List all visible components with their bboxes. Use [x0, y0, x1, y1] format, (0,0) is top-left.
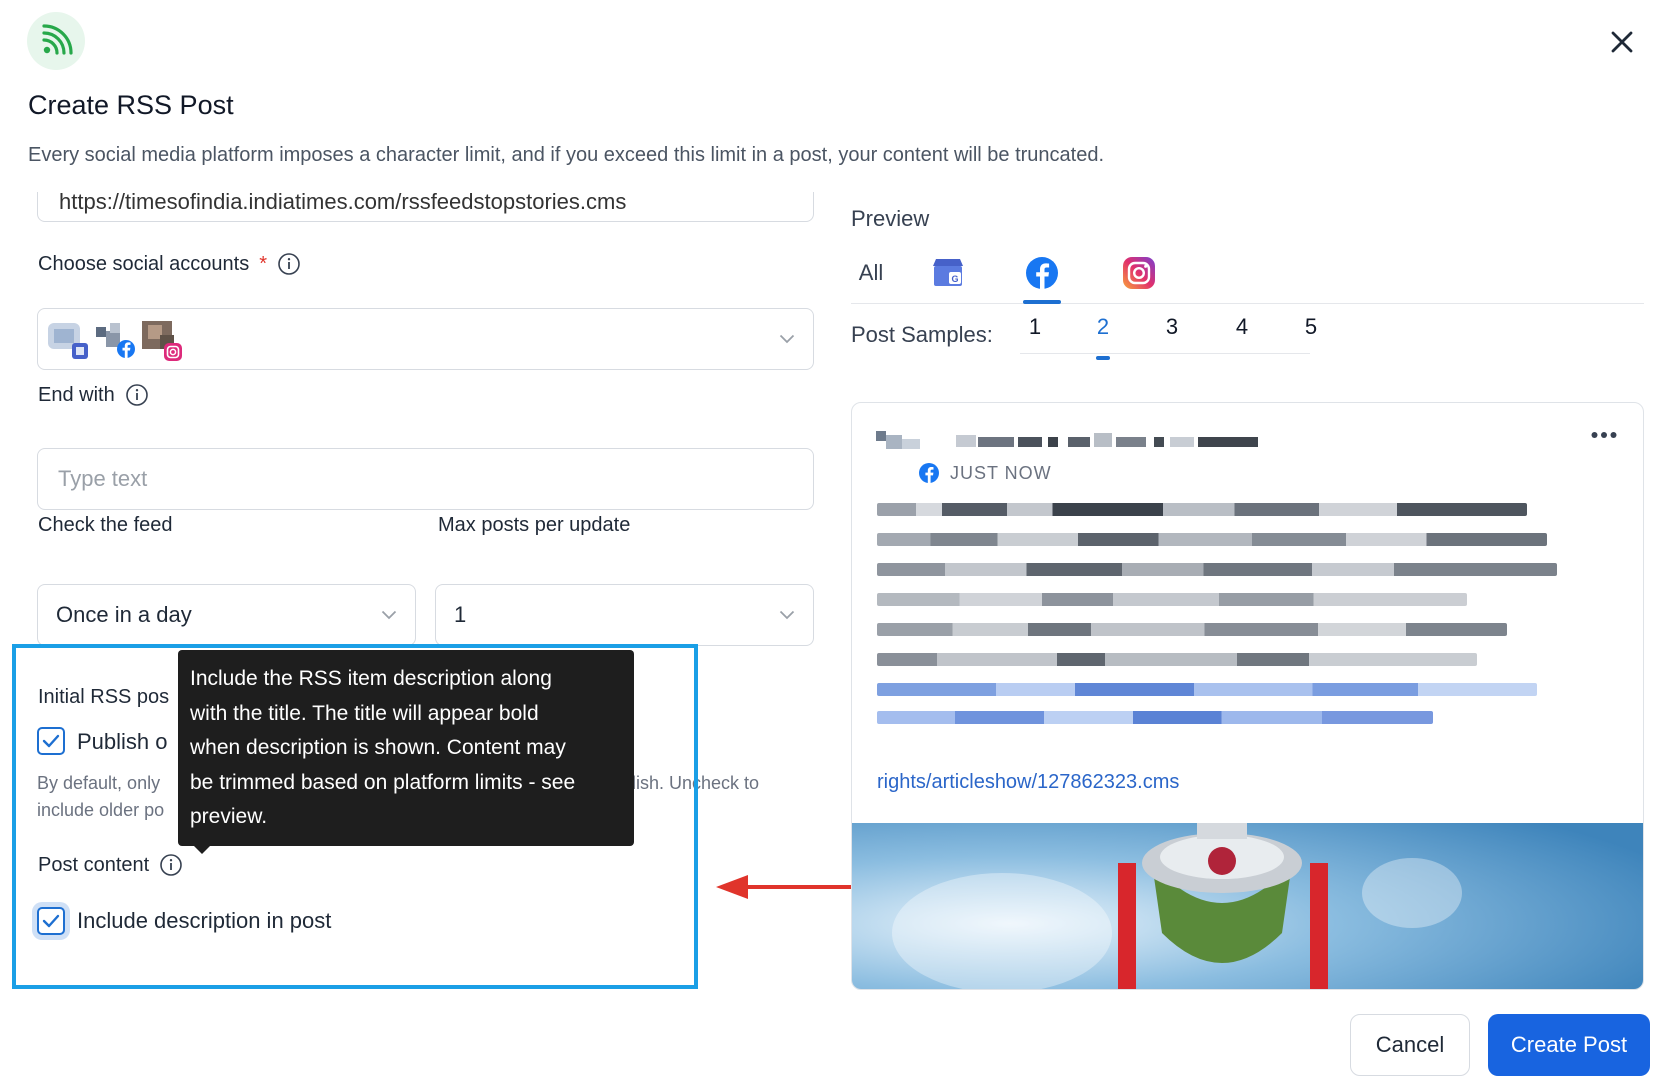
blurred-account-name: [956, 433, 1258, 447]
google-business-account-avatar[interactable]: [48, 321, 92, 366]
facebook-post-preview: JUST NOW rights/articleshow/127862323.cm…: [851, 402, 1644, 990]
post-meta: JUST NOW: [918, 462, 1052, 484]
instagram-account-avatar[interactable]: [142, 321, 186, 368]
end-with-placeholder: Type text: [58, 466, 148, 491]
sample-tab-5[interactable]: 5: [1296, 314, 1326, 340]
preview-platform-tabs: All G: [851, 244, 1644, 304]
create-rss-post-dialog: Create RSS Post Every social media platf…: [0, 0, 1666, 1090]
cancel-button[interactable]: Cancel: [1350, 1014, 1470, 1076]
post-image: [852, 823, 1643, 989]
dialog-subtitle: Every social media platform imposes a ch…: [28, 144, 1105, 166]
check-feed-label: Check the feed: [38, 514, 173, 536]
end-with-label: End with: [38, 383, 149, 407]
check-feed-value: Once in a day: [56, 602, 192, 627]
max-posts-select[interactable]: 1: [435, 584, 814, 646]
feed-url-value: https://timesofindia.indiatimes.com/rssf…: [59, 192, 627, 214]
sample-tab-1[interactable]: 1: [1020, 314, 1050, 340]
rss-icon: [27, 12, 85, 70]
tooltip-line: with the title. The title will appear bo…: [190, 701, 539, 725]
tooltip-line: preview.: [190, 805, 268, 828]
feed-url-input[interactable]: https://timesofindia.indiatimes.com/rssf…: [37, 192, 814, 222]
sample-tab-3[interactable]: 3: [1157, 314, 1187, 340]
post-link-fragment[interactable]: rights/articleshow/127862323.cms: [877, 771, 1179, 794]
tooltip-line: be trimmed based on platform limits - se…: [190, 770, 576, 794]
tooltip-arrow: [192, 844, 212, 854]
facebook-icon: [919, 463, 939, 483]
svg-text:G: G: [951, 274, 958, 284]
end-with-input[interactable]: Type text: [37, 448, 814, 510]
post-samples-label: Post Samples:: [851, 322, 993, 347]
required-mark: *: [259, 252, 268, 275]
close-icon: [1611, 31, 1633, 53]
post-time: JUST NOW: [950, 462, 1052, 483]
instagram-icon: [1123, 257, 1155, 289]
post-content-tooltip: Include the RSS item description along w…: [178, 650, 634, 846]
more-options-icon[interactable]: [1591, 431, 1617, 439]
social-accounts-label: Choose social accounts *: [38, 252, 301, 276]
close-button[interactable]: [1600, 20, 1644, 64]
max-posts-label: Max posts per update: [438, 514, 631, 536]
social-accounts-select[interactable]: [37, 308, 814, 370]
create-post-button[interactable]: Create Post: [1488, 1014, 1650, 1076]
tab-facebook[interactable]: [1023, 244, 1061, 304]
google-business-icon: G: [933, 259, 963, 286]
sample-tab-2[interactable]: 2: [1088, 314, 1118, 360]
tab-instagram[interactable]: [1119, 244, 1159, 302]
chevron-down-icon: [779, 610, 795, 620]
avatar: [876, 431, 920, 449]
tooltip-line: when description is shown. Content may: [190, 736, 566, 759]
max-posts-value: 1: [454, 602, 467, 627]
tab-google-business[interactable]: G: [928, 244, 968, 302]
info-icon[interactable]: [125, 383, 149, 407]
sample-tab-4[interactable]: 4: [1227, 314, 1257, 340]
facebook-account-avatar[interactable]: [96, 321, 140, 366]
tooltip-line: Include the RSS item description along: [190, 667, 552, 690]
tab-all[interactable]: All: [851, 244, 891, 302]
preview-label: Preview: [851, 206, 930, 231]
chevron-down-icon: [779, 334, 795, 344]
post-samples-tabs: 1 2 3 4 5: [1020, 306, 1317, 360]
info-icon[interactable]: [277, 252, 301, 276]
facebook-icon: [1026, 257, 1058, 289]
chevron-down-icon: [381, 610, 397, 620]
check-feed-select[interactable]: Once in a day: [37, 584, 416, 646]
dialog-title: Create RSS Post: [28, 90, 234, 120]
